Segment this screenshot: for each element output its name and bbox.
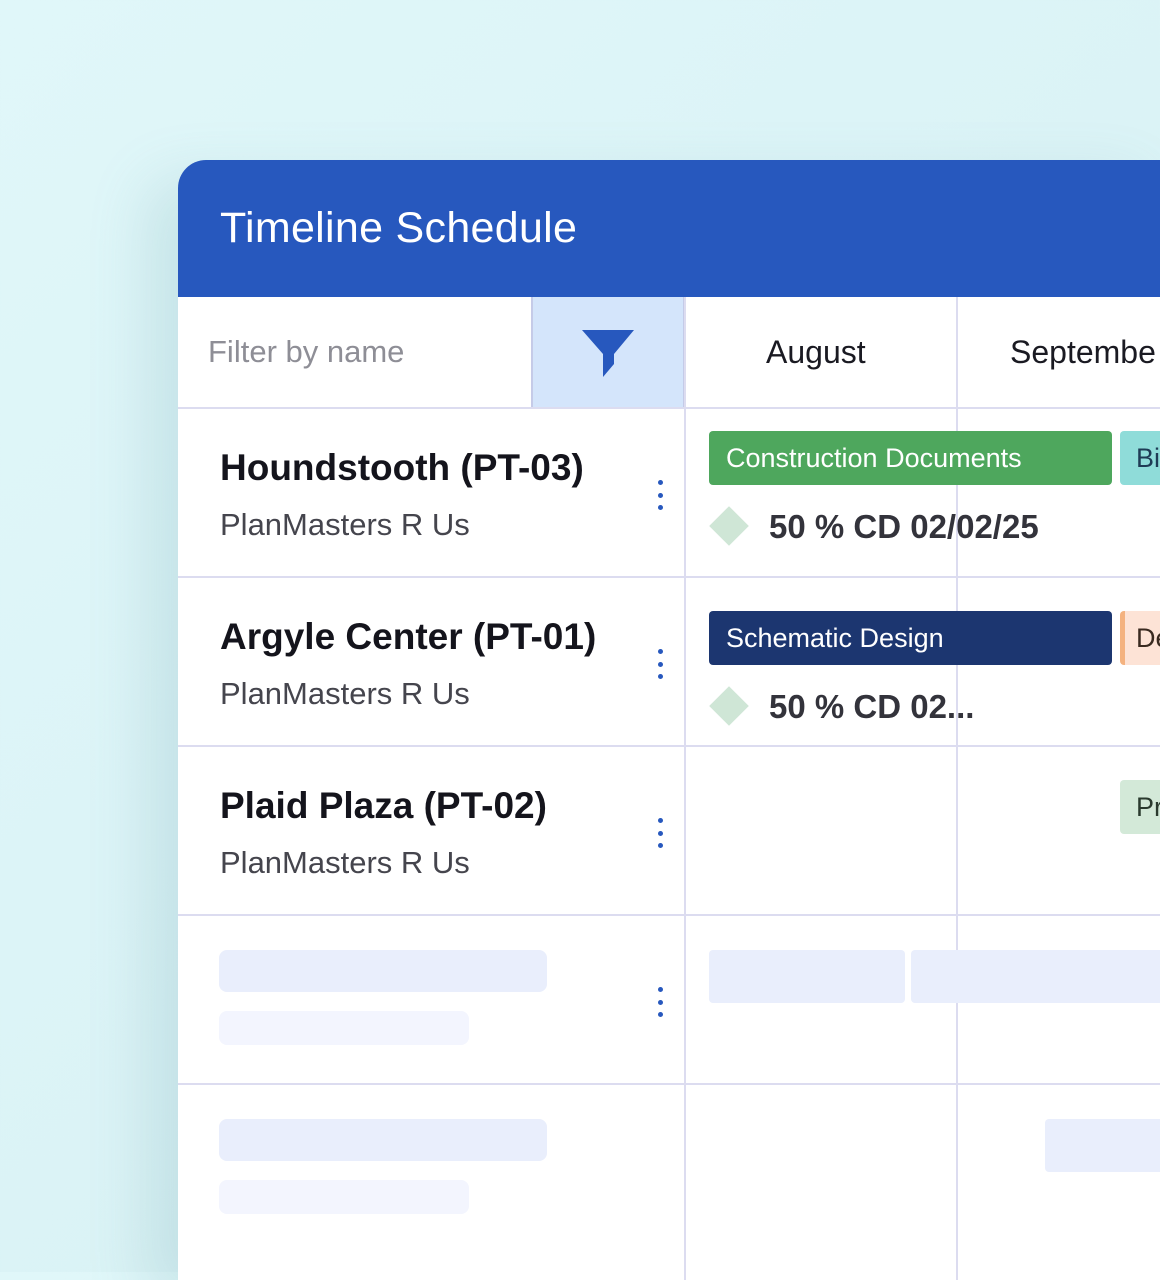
skeleton-bar [911, 950, 1160, 1003]
milestone-label: 50 % CD 02... [769, 688, 975, 725]
project-row[interactable]: Argyle Center (PT-01) PlanMasters R Us S… [178, 578, 1160, 746]
phase-bar[interactable]: Construction Documents [709, 431, 1112, 485]
more-options-icon[interactable] [654, 649, 666, 679]
month-august: August [766, 333, 866, 370]
more-options-icon[interactable] [654, 987, 666, 1017]
project-company: PlanMasters R Us [220, 507, 470, 542]
project-row[interactable]: Plaid Plaza (PT-02) PlanMasters R Us Pr [178, 747, 1160, 915]
toolbar: August Septembe [178, 297, 1160, 409]
more-options-icon[interactable] [654, 480, 666, 510]
next-phase-bar[interactable]: Pr [1120, 780, 1160, 834]
skeleton-subtitle [219, 1180, 469, 1214]
skeleton-bar [709, 950, 905, 1003]
next-phase-bar[interactable]: De [1120, 611, 1160, 665]
header: Timeline Schedule [178, 160, 1160, 297]
page-title: Timeline Schedule [220, 204, 578, 252]
month-september: Septembe [1010, 333, 1156, 370]
milestone-label: 50 % CD 02/02/25 [769, 508, 1039, 545]
phase-bar[interactable]: Schematic Design [709, 611, 1112, 665]
more-options-icon[interactable] [654, 818, 666, 848]
milestone-diamond-icon [709, 686, 749, 726]
project-company: PlanMasters R Us [220, 676, 470, 711]
filter-button[interactable] [531, 297, 685, 408]
milestone-diamond-icon [709, 506, 749, 546]
project-row[interactable]: Houndstooth (PT-03) PlanMasters R Us Con… [178, 409, 1160, 577]
skeleton-subtitle [219, 1011, 469, 1045]
funnel-icon [582, 329, 634, 377]
project-name: Houndstooth (PT-03) [220, 447, 584, 488]
timeline-card: Timeline Schedule August Septembe Hounds… [178, 160, 1160, 1280]
skeleton-row [178, 1085, 1160, 1253]
skeleton-row [178, 916, 1160, 1084]
project-company: PlanMasters R Us [220, 845, 470, 880]
project-name: Argyle Center (PT-01) [220, 616, 597, 657]
skeleton-title [219, 950, 547, 992]
filter-input[interactable] [178, 297, 531, 407]
skeleton-bar [1045, 1119, 1160, 1172]
project-name: Plaid Plaza (PT-02) [220, 785, 547, 826]
skeleton-title [219, 1119, 547, 1161]
next-phase-bar[interactable]: Bi [1120, 431, 1160, 485]
